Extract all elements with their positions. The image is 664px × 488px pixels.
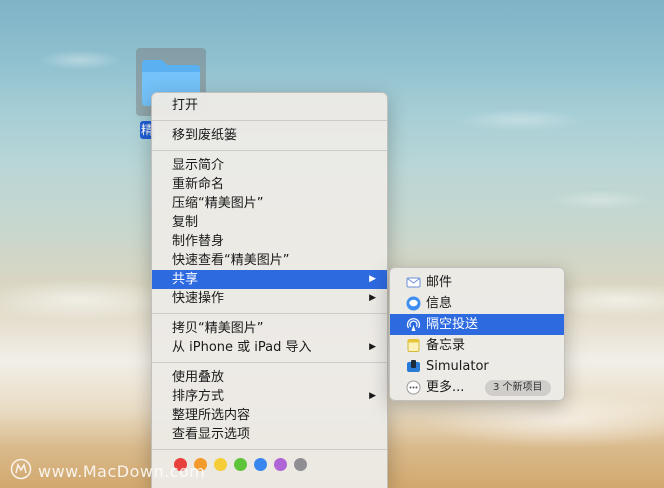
messages-icon bbox=[406, 296, 421, 311]
menu-item-share[interactable]: 共享 ▶ bbox=[152, 270, 387, 289]
menu-separator bbox=[152, 449, 387, 450]
share-item-notes[interactable]: 备忘录 bbox=[390, 335, 564, 356]
menu-separator bbox=[152, 120, 387, 121]
menu-item-compress[interactable]: 压缩“精美图片” bbox=[152, 194, 387, 213]
watermark-text: www.MacDown.com bbox=[38, 461, 206, 481]
menu-item-duplicate[interactable]: 复制 bbox=[152, 213, 387, 232]
menu-item-rename[interactable]: 重新命名 bbox=[152, 175, 387, 194]
menu-item-clean-up-selection[interactable]: 整理所选内容 bbox=[152, 406, 387, 425]
menu-item-get-info[interactable]: 显示简介 bbox=[152, 156, 387, 175]
menu-item-use-stacks[interactable]: 使用叠放 bbox=[152, 368, 387, 387]
more-icon bbox=[406, 380, 421, 395]
new-items-badge: 3 个新项目 bbox=[485, 380, 551, 396]
share-item-simulator[interactable]: Simulator bbox=[390, 356, 564, 377]
simulator-icon bbox=[406, 359, 421, 374]
tag-gray-dot[interactable] bbox=[294, 458, 307, 471]
notes-icon bbox=[406, 338, 421, 353]
menu-item-make-alias[interactable]: 制作替身 bbox=[152, 232, 387, 251]
tag-yellow-dot[interactable] bbox=[214, 458, 227, 471]
context-menu: 打开 移到废纸篓 显示简介 重新命名 压缩“精美图片” 复制 制作替身 快速查看… bbox=[151, 92, 388, 488]
share-item-more[interactable]: 更多... 3 个新项目 bbox=[390, 377, 564, 398]
submenu-arrow-icon: ▶ bbox=[369, 293, 376, 303]
submenu-arrow-icon: ▶ bbox=[369, 342, 376, 352]
menu-item-open[interactable]: 打开 bbox=[152, 96, 387, 115]
menu-item-sort-by[interactable]: 排序方式 ▶ bbox=[152, 387, 387, 406]
menu-item-move-to-trash[interactable]: 移到废纸篓 bbox=[152, 126, 387, 145]
tag-green-dot[interactable] bbox=[234, 458, 247, 471]
menu-separator bbox=[152, 362, 387, 363]
share-item-mail[interactable]: 邮件 bbox=[390, 272, 564, 293]
submenu-arrow-icon: ▶ bbox=[369, 391, 376, 401]
menu-item-quick-actions[interactable]: 快速操作 ▶ bbox=[152, 289, 387, 308]
share-item-airdrop[interactable]: 隔空投送 bbox=[390, 314, 564, 335]
menu-item-quick-look[interactable]: 快速查看“精美图片” bbox=[152, 251, 387, 270]
menu-separator bbox=[152, 150, 387, 151]
share-item-messages[interactable]: 信息 bbox=[390, 293, 564, 314]
submenu-arrow-icon: ▶ bbox=[369, 274, 376, 284]
menu-item-import-from-iphone[interactable]: 从 iPhone 或 iPad 导入 ▶ bbox=[152, 338, 387, 357]
menu-item-show-view-options[interactable]: 查看显示选项 bbox=[152, 425, 387, 444]
share-submenu: 邮件 信息 隔空投送 备忘录 Simulator 更多... 3 个新项目 bbox=[389, 267, 565, 401]
menu-item-copy[interactable]: 拷贝“精美图片” bbox=[152, 319, 387, 338]
airdrop-icon bbox=[406, 317, 421, 332]
mail-icon bbox=[406, 275, 421, 290]
tag-purple-dot[interactable] bbox=[274, 458, 287, 471]
tag-blue-dot[interactable] bbox=[254, 458, 267, 471]
site-watermark: www.MacDown.com bbox=[10, 458, 205, 484]
menu-separator bbox=[152, 313, 387, 314]
watermark-logo-icon bbox=[10, 458, 32, 484]
